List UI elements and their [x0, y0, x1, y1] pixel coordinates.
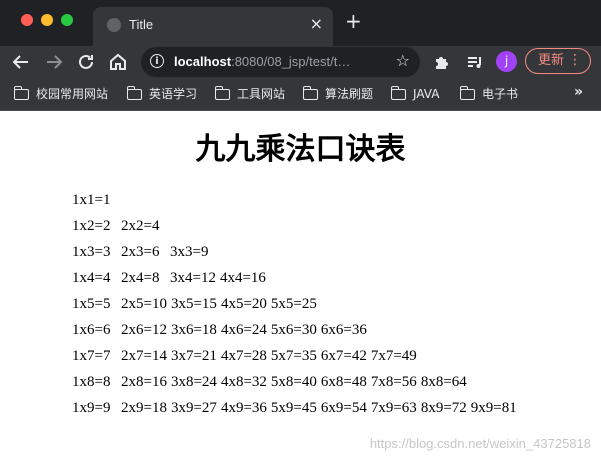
table-cell: 8x9=72 [420, 400, 467, 416]
table-cell: 1x5=5 [72, 296, 111, 312]
table-cell: 3x5=15 [170, 296, 217, 312]
bookmark-folder[interactable]: 电子书 [459, 85, 518, 105]
table-cell: 2x3=6 [121, 244, 160, 260]
table-cell: 6x7=42 [320, 348, 367, 364]
bookmark-folder[interactable]: 工具网站 [214, 85, 285, 105]
watermark: https://blog.csdn.net/weixin_43725818 [369, 436, 591, 451]
table-row: 1x9=9 2x9=18 3x9=27 4x9=36 5x9=45 6x9=54 7x9=6… [72, 395, 521, 421]
table-cell: 1x8=8 [72, 374, 111, 390]
table-cell: 2x6=12 [121, 322, 167, 338]
table-row: 1x6=6 2x6=12 3x6=18 4x6=24 5x6=30 6x6=36 [72, 317, 521, 343]
table-cell: 3x9=27 [170, 400, 217, 416]
minimize-window-button[interactable] [41, 14, 53, 26]
table-cell: 8x8=64 [420, 374, 467, 390]
table-cell: 3x6=18 [170, 322, 217, 338]
browser-chrome: Title × + i localhost:8080/08_jsp/test/t… [0, 0, 601, 111]
table-cell: 4x7=28 [220, 348, 267, 364]
table-cell: 1x9=9 [72, 400, 111, 416]
tab-strip: Title × + [0, 0, 601, 46]
table-cell: 6x9=54 [320, 400, 367, 416]
table-row: 1x3=3 2x3=6 3x3=9 [72, 239, 521, 265]
table-cell: 1x6=6 [72, 322, 111, 338]
table-cell: 4x5=20 [220, 296, 267, 312]
bookmark-folder[interactable]: JAVA [390, 85, 439, 105]
multiplication-table: 1x1=1 1x2=2 2x2=4 1x3=3 2x3=6 3x3=9 1x4=4 2x4=8… [72, 187, 521, 421]
globe-icon [107, 18, 121, 32]
browser-tab[interactable]: Title × [93, 7, 333, 46]
page-content: 九九乘法口诀表 1x1=1 1x2=2 2x2=4 1x3=3 2x3=6 3x3=9 1x… [0, 111, 601, 462]
browser-toolbar: i localhost:8080/08_jsp/test/t… ☆ j 更新 ⋮ [0, 46, 601, 78]
table-row: 1x4=4 2x4=8 3x4=12 4x4=16 [72, 265, 521, 291]
table-cell: 2x9=18 [121, 400, 167, 416]
address-bar[interactable]: i localhost:8080/08_jsp/test/t… ☆ [141, 47, 420, 77]
star-icon[interactable]: ☆ [396, 51, 410, 70]
bookmark-folder[interactable]: 算法刷题 [302, 85, 373, 105]
table-cell: 6x6=36 [320, 322, 367, 338]
table-row: 1x5=5 2x5=10 3x5=15 4x5=20 5x5=25 [72, 291, 521, 317]
table-cell: 2x4=8 [121, 270, 160, 286]
table-cell: 7x9=63 [370, 400, 417, 416]
folder-icon [302, 86, 318, 100]
page-title: 九九乘法口诀表 [195, 132, 406, 167]
table-cell: 7x8=56 [370, 374, 417, 390]
folder-icon [214, 86, 230, 100]
table-cell: 2x8=16 [121, 374, 167, 390]
table-cell: 4x6=24 [220, 322, 267, 338]
folder-icon [390, 86, 406, 100]
folder-icon [459, 86, 475, 100]
bookmarks-bar: 校园常用网站 英语学习 工具网站 算法刷题 JAVA 电子书 » [0, 78, 601, 111]
table-cell: 5x8=40 [270, 374, 317, 390]
tab-title: Title [129, 17, 154, 32]
table-cell: 2x5=10 [121, 296, 167, 312]
avatar[interactable]: j [496, 51, 517, 72]
table-cell: 5x7=35 [270, 348, 317, 364]
table-cell: 1x1=1 [72, 192, 111, 208]
close-tab-icon[interactable]: × [310, 15, 323, 33]
bookmark-folder[interactable]: 校园常用网站 [13, 85, 108, 105]
update-button[interactable]: 更新 ⋮ [525, 48, 591, 74]
table-cell: 1x2=2 [72, 218, 111, 234]
extensions-puzzle-icon[interactable] [430, 50, 454, 74]
url-text[interactable]: localhost:8080/08_jsp/test/t… [174, 54, 350, 69]
table-cell: 2x7=14 [121, 348, 167, 364]
folder-icon [13, 86, 29, 100]
new-tab-button[interactable]: + [345, 11, 362, 31]
forward-arrow-icon[interactable] [42, 50, 66, 74]
table-cell: 4x4=16 [219, 270, 266, 286]
folder-icon [126, 86, 142, 100]
close-window-button[interactable] [21, 14, 33, 26]
table-row: 1x1=1 [72, 187, 521, 213]
zoom-window-button[interactable] [61, 14, 73, 26]
update-label: 更新 [538, 53, 565, 68]
table-cell: 2x2=4 [121, 218, 160, 234]
media-playlist-icon[interactable] [463, 50, 487, 74]
home-icon[interactable] [106, 50, 130, 74]
table-row: 1x8=8 2x8=16 3x8=24 4x8=32 5x8=40 6x8=48 7x8=5… [72, 369, 521, 395]
table-cell: 3x7=21 [170, 348, 217, 364]
table-row: 1x7=7 2x7=14 3x7=21 4x7=28 5x7=35 6x7=42 7x7=4… [72, 343, 521, 369]
table-cell: 6x8=48 [320, 374, 367, 390]
table-cell: 3x3=9 [170, 244, 209, 260]
table-cell: 1x7=7 [72, 348, 111, 364]
bookmark-folder[interactable]: 英语学习 [126, 85, 197, 105]
reload-icon[interactable] [74, 50, 98, 74]
table-cell: 7x7=49 [370, 348, 417, 364]
table-cell: 4x9=36 [220, 400, 267, 416]
table-cell: 5x6=30 [270, 322, 317, 338]
table-cell: 5x5=25 [270, 296, 317, 312]
table-row: 1x2=2 2x2=4 [72, 213, 521, 239]
info-icon[interactable]: i [150, 54, 164, 68]
table-cell: 3x8=24 [170, 374, 217, 390]
table-cell: 9x9=81 [470, 400, 517, 416]
table-cell: 1x3=3 [72, 244, 111, 260]
table-cell: 5x9=45 [270, 400, 317, 416]
table-cell: 4x8=32 [220, 374, 267, 390]
more-vert-icon: ⋮ [568, 52, 582, 68]
table-cell: 3x4=12 [170, 270, 216, 286]
table-cell: 1x4=4 [72, 270, 111, 286]
back-arrow-icon[interactable] [9, 50, 33, 74]
bookmarks-overflow-button[interactable]: » [574, 84, 583, 100]
